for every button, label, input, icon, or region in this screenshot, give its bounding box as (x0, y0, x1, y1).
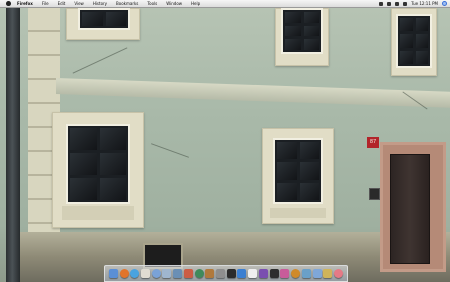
wallpaper-door (390, 154, 430, 264)
safari-icon[interactable] (130, 269, 140, 278)
mail-icon[interactable] (162, 269, 172, 278)
wallpaper-window-glass (66, 124, 130, 204)
menu-tools[interactable]: Tools (147, 1, 157, 6)
network-icon[interactable] (194, 269, 204, 278)
itunes-icon[interactable] (151, 269, 161, 278)
downloads-icon[interactable] (323, 269, 333, 278)
time-machine-icon[interactable] (291, 269, 301, 278)
menu-view[interactable]: View (74, 1, 84, 6)
wallpaper-drainpipe (6, 8, 20, 282)
menu-bar: Firefox File Edit View History Bookmarks… (0, 0, 450, 8)
menu-clock[interactable]: Tue 12:11 PM (411, 1, 438, 6)
photos-icon[interactable] (183, 269, 193, 278)
battery-icon[interactable] (403, 1, 408, 6)
trash-icon[interactable] (333, 269, 343, 278)
menu-app-name[interactable]: Firefox (17, 1, 33, 6)
folder-icon[interactable] (312, 269, 322, 278)
terminal-icon[interactable] (226, 269, 236, 278)
preview-icon[interactable] (173, 269, 183, 278)
bluetooth-icon[interactable] (379, 1, 384, 6)
wallpaper-window-glass (273, 138, 323, 204)
menu-edit[interactable]: Edit (58, 1, 66, 6)
wallpaper-window-glass (396, 14, 432, 68)
desktop-wallpaper: 87 (0, 0, 450, 282)
pen-icon[interactable] (280, 269, 290, 278)
menu-extras: Tue 12:11 PM (379, 1, 450, 6)
address-book-icon[interactable] (205, 269, 215, 278)
menu-help[interactable]: Help (191, 1, 200, 6)
ical-icon[interactable] (141, 269, 151, 278)
wallpaper-window-glass (78, 8, 130, 30)
textedit-icon[interactable] (248, 269, 258, 278)
wallpaper-cornice (56, 78, 450, 108)
wall-mailbox (369, 188, 380, 200)
firefox-icon[interactable] (119, 269, 129, 278)
wifi-icon[interactable] (387, 1, 392, 6)
menu-history[interactable]: History (93, 1, 107, 6)
house-number-sign: 87 (367, 137, 379, 148)
wallpaper-window-glass (281, 8, 323, 54)
apple-menu-icon[interactable] (6, 1, 11, 6)
dashboard-icon[interactable] (269, 269, 279, 278)
spotlight-search-icon[interactable] (442, 1, 447, 6)
system-preferences-icon[interactable] (216, 269, 226, 278)
menu-file[interactable]: File (42, 1, 49, 6)
wall-crack (151, 143, 189, 158)
chess-icon[interactable] (258, 269, 268, 278)
finder-icon[interactable] (108, 269, 118, 278)
menu-bookmarks[interactable]: Bookmarks (116, 1, 138, 6)
volume-icon[interactable] (395, 1, 400, 6)
utilities-icon[interactable] (301, 269, 311, 278)
ichat-icon[interactable] (237, 269, 247, 278)
wallpaper-window-sill (62, 206, 134, 220)
dock (104, 265, 348, 282)
wall-crack (72, 47, 128, 74)
menu-window[interactable]: Window (166, 1, 182, 6)
wallpaper-window-sill (270, 208, 326, 218)
